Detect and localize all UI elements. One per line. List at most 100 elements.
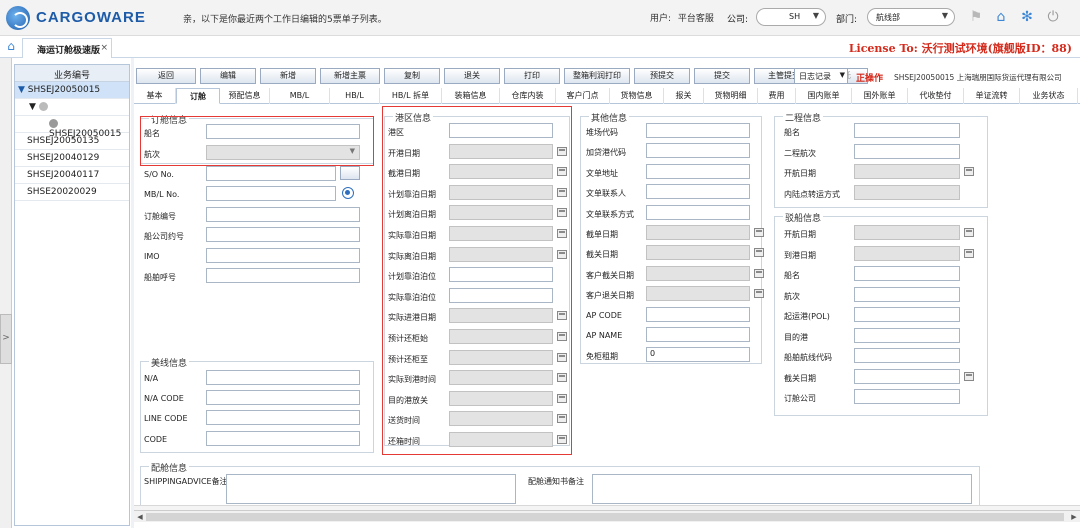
list-item[interactable]: SHSEJ20040129 bbox=[15, 150, 129, 167]
tab-doc-flow[interactable]: 单证流转 bbox=[964, 88, 1020, 104]
port-input-8[interactable] bbox=[449, 287, 553, 303]
other-input-9[interactable] bbox=[646, 306, 750, 322]
port-input-4[interactable] bbox=[449, 205, 553, 221]
close-icon[interactable]: × bbox=[100, 43, 108, 53]
barge-input-8[interactable] bbox=[854, 389, 960, 404]
barge-input-4[interactable] bbox=[854, 307, 960, 322]
port-input-5[interactable] bbox=[449, 226, 553, 241]
expand-handle-icon[interactable]: > bbox=[0, 314, 12, 364]
calendar-icon[interactable] bbox=[557, 332, 567, 341]
calendar-icon[interactable] bbox=[557, 414, 567, 424]
port-input-14[interactable] bbox=[449, 411, 553, 427]
notice-text[interactable]: 亲，以下是你最近两个工作日编辑的5票单子列表。 bbox=[183, 12, 387, 25]
new-master-button[interactable]: 新增主票 bbox=[320, 68, 380, 84]
lifebuoy-icon[interactable]: ✻ bbox=[1018, 8, 1036, 26]
tab-cargo-detail[interactable]: 货物明细 bbox=[704, 88, 758, 104]
port-input-12[interactable] bbox=[449, 370, 553, 386]
barge-input-5[interactable] bbox=[854, 327, 960, 343]
scroll-thumb[interactable] bbox=[146, 513, 1064, 521]
calendar-icon[interactable] bbox=[557, 373, 567, 383]
mbl-no-input[interactable] bbox=[206, 186, 336, 201]
calendar-icon[interactable] bbox=[964, 371, 974, 381]
calendar-icon[interactable] bbox=[964, 167, 974, 176]
barge-input-1[interactable] bbox=[854, 245, 960, 261]
port-input-2[interactable] bbox=[449, 164, 553, 180]
tab-customs[interactable]: 报关 bbox=[664, 88, 704, 104]
scroll-right-icon[interactable]: ▶ bbox=[1068, 511, 1080, 523]
tab-hbl-split[interactable]: HB/L 拆单 bbox=[380, 88, 442, 104]
barge-input-3[interactable] bbox=[854, 286, 960, 302]
barge-input-7[interactable] bbox=[854, 368, 960, 384]
home-icon[interactable]: ⌂ bbox=[992, 8, 1010, 26]
port-input-11[interactable] bbox=[449, 349, 553, 365]
na-input[interactable] bbox=[206, 370, 360, 385]
other-input-7[interactable] bbox=[646, 265, 750, 281]
calendar-icon[interactable] bbox=[754, 268, 764, 278]
withdraw-button[interactable]: 退关 bbox=[444, 68, 500, 84]
other-input-8[interactable] bbox=[646, 286, 750, 302]
line-code-input[interactable] bbox=[206, 410, 360, 425]
port-input-15[interactable] bbox=[449, 432, 553, 447]
shipping-advice-textarea[interactable] bbox=[226, 474, 516, 504]
tab-warehouse[interactable]: 仓库内装 bbox=[500, 88, 556, 104]
other-input-0[interactable] bbox=[646, 123, 750, 138]
tab-mbl[interactable]: MB/L bbox=[270, 88, 330, 104]
other-input-4[interactable] bbox=[646, 204, 750, 220]
second-input-1[interactable] bbox=[854, 143, 960, 159]
second-input-3[interactable] bbox=[854, 184, 960, 200]
barge-input-0[interactable] bbox=[854, 225, 960, 240]
call-sign-input[interactable] bbox=[206, 268, 360, 283]
pre-submit-button[interactable]: 预提交 bbox=[634, 68, 690, 84]
list-item[interactable]: SHSE20020029 bbox=[15, 184, 129, 201]
horizontal-scrollbar[interactable]: ◀ ▶ bbox=[134, 510, 1080, 522]
other-input-6[interactable] bbox=[646, 245, 750, 261]
list-item[interactable]: ▼ SHSEJ20050015 bbox=[15, 82, 129, 99]
calendar-icon[interactable] bbox=[754, 248, 764, 258]
other-input-3[interactable] bbox=[646, 184, 750, 200]
list-item[interactable]: SHSEJ20040117 bbox=[15, 167, 129, 184]
calendar-icon[interactable] bbox=[557, 393, 567, 403]
scroll-left-icon[interactable]: ◀ bbox=[134, 511, 146, 523]
back-button[interactable]: 返回 bbox=[136, 68, 196, 84]
submit-button[interactable]: 提交 bbox=[694, 68, 750, 84]
calendar-icon[interactable] bbox=[557, 435, 567, 444]
port-input-1[interactable] bbox=[449, 143, 553, 159]
port-input-13[interactable] bbox=[449, 390, 553, 406]
calendar-icon[interactable] bbox=[557, 187, 567, 197]
other-input-1[interactable] bbox=[646, 143, 750, 159]
port-input-9[interactable] bbox=[449, 308, 553, 324]
copy-button[interactable]: 复制 bbox=[384, 68, 440, 84]
calendar-icon[interactable] bbox=[557, 249, 567, 259]
port-input-10[interactable] bbox=[449, 329, 553, 344]
so-no-lookup-button[interactable] bbox=[340, 166, 360, 180]
tab-preconfig[interactable]: 预配信息 bbox=[220, 88, 270, 104]
imo-input[interactable] bbox=[206, 248, 360, 263]
calendar-icon[interactable] bbox=[557, 146, 567, 156]
calendar-icon[interactable] bbox=[557, 311, 567, 321]
port-input-3[interactable] bbox=[449, 184, 553, 200]
second-input-0[interactable] bbox=[854, 123, 960, 138]
tab-ocean-booking[interactable]: 海运订舱极速版 × bbox=[22, 38, 112, 58]
calendar-icon[interactable] bbox=[964, 228, 974, 237]
calendar-icon[interactable] bbox=[754, 289, 764, 299]
port-input-6[interactable] bbox=[449, 246, 553, 262]
port-input-0[interactable] bbox=[449, 123, 553, 138]
tab-booking[interactable]: 订舱 bbox=[176, 88, 220, 104]
other-input-2[interactable] bbox=[646, 163, 750, 179]
tab-status[interactable]: 业务状态 bbox=[1020, 88, 1078, 104]
calendar-icon[interactable] bbox=[557, 167, 567, 177]
na-code-input[interactable] bbox=[206, 390, 360, 405]
tab-packing[interactable]: 装箱信息 bbox=[442, 88, 500, 104]
bell-icon[interactable]: ⚑ bbox=[967, 8, 985, 26]
power-icon[interactable]: ⏻ bbox=[1044, 8, 1062, 26]
calendar-icon[interactable] bbox=[557, 208, 567, 218]
calendar-icon[interactable] bbox=[557, 352, 567, 362]
calendar-icon[interactable] bbox=[557, 229, 567, 238]
calendar-icon[interactable] bbox=[754, 228, 764, 237]
edit-button[interactable]: 编辑 bbox=[200, 68, 256, 84]
tree-node[interactable]: ▼ bbox=[15, 99, 129, 116]
other-input-11[interactable]: 0 bbox=[646, 347, 750, 363]
barge-input-6[interactable] bbox=[854, 348, 960, 363]
other-input-10[interactable] bbox=[646, 327, 750, 342]
second-input-2[interactable] bbox=[854, 164, 960, 179]
